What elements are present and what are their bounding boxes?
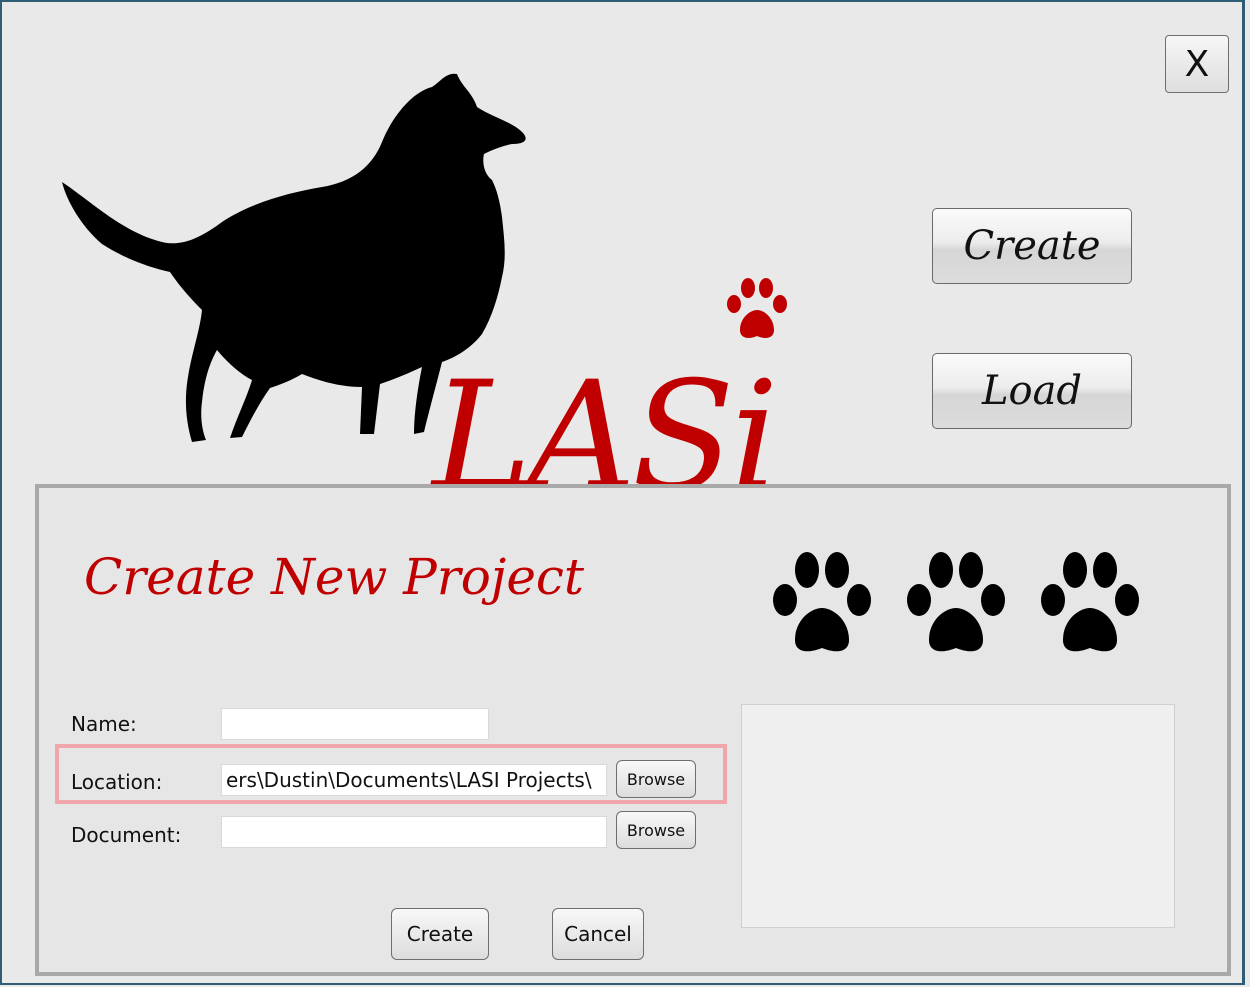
cancel-button-label: Cancel — [564, 922, 632, 946]
document-label: Document: — [71, 823, 182, 847]
close-label: X — [1184, 43, 1210, 85]
paw-prints-icon — [773, 552, 1139, 652]
name-field[interactable] — [221, 708, 489, 740]
preview-area — [741, 704, 1175, 928]
panel-title: Create New Project — [84, 548, 584, 606]
location-label: Location: — [71, 770, 163, 794]
browse-location-label: Browse — [626, 769, 686, 789]
create-button-label: Create — [406, 922, 474, 946]
load-project-button[interactable]: Load — [932, 353, 1132, 429]
browse-location-button[interactable]: Browse — [616, 760, 696, 798]
lasi-logo: LASi — [52, 62, 812, 512]
cancel-button[interactable]: Cancel — [552, 908, 644, 960]
document-field[interactable] — [221, 816, 607, 848]
create-project-label: Create — [963, 223, 1101, 269]
red-paw-icon — [727, 278, 787, 338]
create-project-panel: Create New Project Name: Location: ers\D… — [35, 484, 1231, 976]
close-button[interactable]: X — [1165, 35, 1229, 93]
location-field[interactable]: ers\Dustin\Documents\LASI Projects\ — [221, 764, 607, 796]
lasi-window: X LASi Create Load Create New Project Na… — [0, 0, 1245, 985]
browse-document-button[interactable]: Browse — [616, 811, 696, 849]
create-project-button[interactable]: Create — [932, 208, 1132, 284]
browse-document-label: Browse — [626, 820, 686, 840]
load-project-label: Load — [981, 368, 1083, 414]
create-button[interactable]: Create — [391, 908, 489, 960]
name-label: Name: — [71, 712, 137, 736]
